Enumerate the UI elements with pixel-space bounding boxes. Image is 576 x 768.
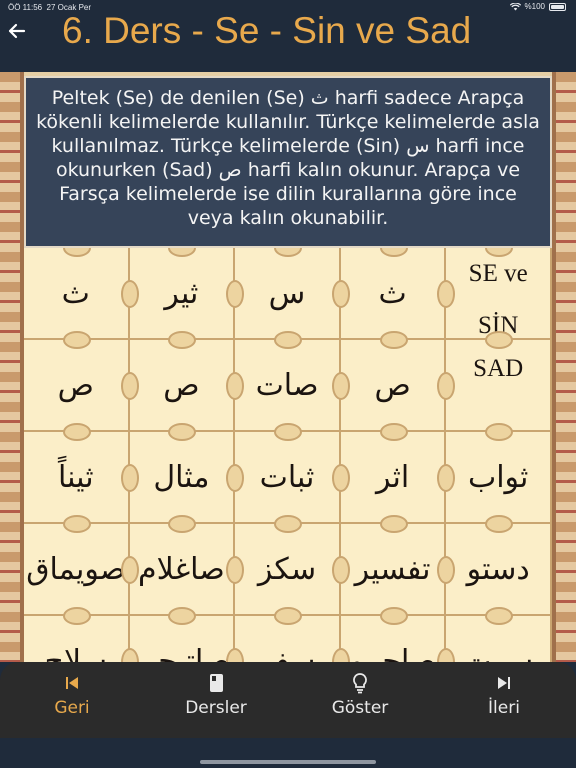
junction-ornament bbox=[485, 515, 514, 533]
skip-back-icon bbox=[66, 677, 78, 689]
info-box: Peltek (Se) de denilen (Se) ث harfi sade… bbox=[24, 76, 552, 248]
grid-cell[interactable]: ث bbox=[24, 248, 130, 340]
junction-ornament bbox=[485, 607, 514, 625]
battery-percent: %100 bbox=[524, 2, 545, 11]
header: 6. Ders - Se - Sin ve Sad bbox=[0, 10, 576, 72]
junction-ornament bbox=[62, 607, 91, 625]
status-time: ÖÖ 11:56 bbox=[8, 3, 43, 12]
junction-ornament bbox=[379, 607, 408, 625]
tab-label: Geri bbox=[54, 698, 90, 718]
junction-ornament bbox=[331, 464, 350, 492]
grid-cell[interactable]: ثبات bbox=[235, 432, 341, 524]
battery-icon bbox=[549, 2, 566, 11]
grid-cell[interactable]: ثيناً bbox=[24, 432, 130, 524]
junction-ornament bbox=[120, 464, 139, 492]
grid-cell[interactable]: ص bbox=[129, 340, 236, 432]
ornament-border-right bbox=[556, 72, 576, 662]
junction-ornament bbox=[379, 515, 408, 533]
junction-ornament bbox=[274, 423, 302, 441]
grid-cell[interactable]: تفسير bbox=[340, 524, 447, 616]
junction-ornament bbox=[331, 556, 350, 584]
border-line-right bbox=[552, 72, 556, 662]
grid-cell[interactable]: ثواب bbox=[446, 432, 552, 524]
junction-ornament bbox=[331, 280, 350, 308]
junction-ornament bbox=[62, 515, 91, 533]
tab-geri[interactable]: Geri bbox=[0, 662, 144, 738]
tab-bar: Geri Dersler Göster İleri bbox=[0, 662, 576, 738]
grid-cell[interactable]: ص bbox=[24, 340, 130, 432]
book-icon bbox=[210, 674, 223, 692]
junction-ornament bbox=[485, 331, 514, 349]
junction-ornament bbox=[331, 372, 350, 400]
junction-ornament bbox=[274, 515, 302, 533]
grid-cell[interactable]: ص bbox=[340, 340, 447, 432]
junction-ornament bbox=[120, 280, 139, 308]
grid-cell-label: SAD bbox=[446, 340, 552, 432]
grid-cell[interactable]: سكز bbox=[235, 524, 341, 616]
letter-grid: ث ثير س ث SE ve SİN ص ص صات ص SAD ثيناً … bbox=[24, 248, 552, 662]
junction-ornament bbox=[120, 372, 139, 400]
page-title: 6. Ders - Se - Sin ve Sad bbox=[62, 10, 472, 51]
home-indicator[interactable] bbox=[200, 760, 376, 764]
tab-dersler[interactable]: Dersler bbox=[144, 662, 288, 738]
ornament-border-left bbox=[0, 72, 20, 662]
grid-cell[interactable]: صويماق bbox=[24, 524, 130, 616]
status-indicators: %100 bbox=[509, 2, 566, 11]
tab-label: İleri bbox=[488, 698, 520, 718]
grid-cell[interactable]: دستو bbox=[446, 524, 552, 616]
junction-ornament bbox=[379, 331, 408, 349]
grid-cell[interactable]: ثير bbox=[129, 248, 236, 340]
back-arrow-icon[interactable] bbox=[4, 18, 30, 44]
grid-cell-label: SE ve SİN bbox=[446, 248, 552, 340]
junction-ornament bbox=[62, 331, 91, 349]
tab-goster[interactable]: Göster bbox=[288, 662, 432, 738]
grid-cell[interactable]: اثر bbox=[340, 432, 447, 524]
grid-cell[interactable]: ث bbox=[340, 248, 447, 340]
skip-forward-icon bbox=[498, 677, 510, 689]
grid-cell[interactable]: س bbox=[235, 248, 341, 340]
junction-ornament bbox=[485, 423, 514, 441]
tab-label: Dersler bbox=[185, 698, 247, 718]
junction-ornament bbox=[62, 423, 91, 441]
lesson-content[interactable]: ث ثير س ث SE ve SİN ص ص صات ص SAD ثيناً … bbox=[0, 72, 576, 662]
grid-cell[interactable]: صات bbox=[235, 340, 341, 432]
junction-ornament bbox=[379, 423, 408, 441]
tab-label: Göster bbox=[331, 698, 389, 718]
junction-ornament bbox=[120, 556, 139, 584]
grid-cell[interactable]: صاغلام bbox=[129, 524, 236, 616]
lightbulb-icon bbox=[353, 673, 367, 694]
junction-ornament bbox=[274, 607, 302, 625]
tab-ileri[interactable]: İleri bbox=[432, 662, 576, 738]
grid-cell[interactable]: مثال bbox=[129, 432, 236, 524]
wifi-icon bbox=[509, 2, 521, 10]
junction-ornament bbox=[274, 331, 302, 349]
